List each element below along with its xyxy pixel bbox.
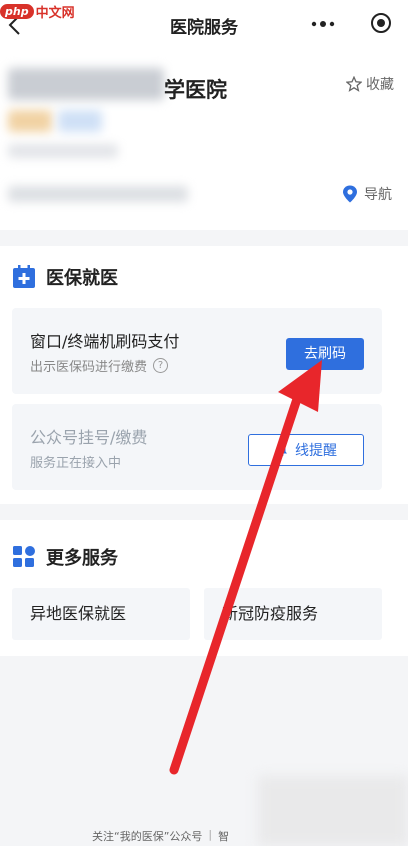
favorite-label: 收藏 xyxy=(366,77,394,93)
navigate-label: 导航 xyxy=(364,187,392,203)
blurred-address xyxy=(8,186,188,202)
navigate-button[interactable]: 导航 xyxy=(342,184,392,204)
hospital-name: 学医院 xyxy=(164,78,227,102)
blurred-info-line xyxy=(8,144,118,158)
site-watermark: php 中文网 xyxy=(0,0,75,22)
scan-pay-card: 窗口/终端机刷码支付 出示医保码进行缴费 ? 去刷码 xyxy=(12,308,382,394)
section-header: 更多服务 xyxy=(12,544,118,570)
section-header: 医保就医 xyxy=(12,264,118,290)
help-question-icon[interactable]: ? xyxy=(153,358,169,373)
favorite-button[interactable]: 收藏 xyxy=(346,74,394,94)
go-scan-button[interactable]: 去刷码 xyxy=(286,338,364,370)
star-outline-icon xyxy=(346,76,362,92)
footer-right-link[interactable]: 智 xyxy=(218,828,229,844)
grid-icon xyxy=(13,546,35,567)
blurred-tag-blue xyxy=(58,110,102,132)
footer-separator: | xyxy=(208,828,213,841)
register-pay-card: 公众号挂号/缴费 服务正在接入中 线提醒 xyxy=(12,404,382,490)
remind-button-label: 线提醒 xyxy=(295,443,337,459)
bell-icon xyxy=(277,444,287,457)
watermark-logo: php xyxy=(0,3,34,19)
scan-pay-subtitle-text: 出示医保码进行缴费 xyxy=(30,360,148,375)
remind-button[interactable]: 线提醒 xyxy=(248,434,364,466)
more-dots-icon[interactable] xyxy=(310,14,336,34)
footer-links: 关注“我的医保”公众号 | 智 xyxy=(92,828,229,844)
scan-pay-title: 窗口/终端机刷码支付 xyxy=(30,332,180,351)
blurred-hospital-prefix xyxy=(8,68,164,100)
medical-insurance-section: 医保就医 窗口/终端机刷码支付 出示医保码进行缴费 ? 去刷码 公众号挂号/缴费… xyxy=(0,246,408,504)
calendar-plus-icon xyxy=(13,265,35,288)
register-title: 公众号挂号/缴费 xyxy=(30,428,148,447)
more-services-section: 更多服务 异地医保就医 新冠防疫服务 xyxy=(0,520,408,656)
section-title: 更多服务 xyxy=(46,548,118,569)
blurred-corner xyxy=(258,776,408,846)
service-remote-insurance[interactable]: 异地医保就医 xyxy=(12,588,190,640)
register-subtitle: 服务正在接入中 xyxy=(30,456,122,471)
service-covid-prevention[interactable]: 新冠防疫服务 xyxy=(204,588,382,640)
blurred-tag-orange xyxy=(8,110,52,132)
location-pin-icon xyxy=(343,185,357,203)
target-close-icon[interactable] xyxy=(370,12,392,34)
scan-pay-subtitle: 出示医保码进行缴费 ? xyxy=(30,356,169,375)
watermark-text: 中文网 xyxy=(35,5,75,21)
section-title: 医保就医 xyxy=(46,268,118,289)
hospital-info-card: 学医院 收藏 导航 xyxy=(0,48,408,230)
footer-follow-link[interactable]: 关注“我的医保”公众号 xyxy=(92,828,202,844)
